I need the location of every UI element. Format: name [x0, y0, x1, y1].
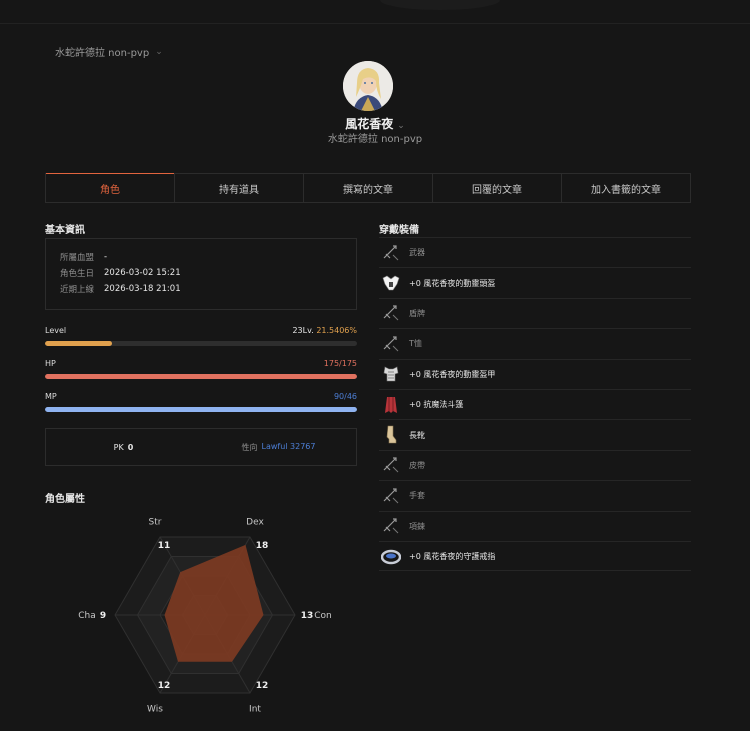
equipment-name: +0 風花香夜的動靈盔甲 [409, 369, 496, 379]
cloak-icon [379, 393, 403, 417]
character-server: 水蛇許德拉 non-pvp [327, 134, 423, 145]
equipment-row[interactable]: +0 風花香夜的動靈盔甲 [379, 358, 691, 389]
equipment-name: 項鍊 [409, 521, 425, 531]
info-row-clan: 所屬血盟 - [60, 249, 342, 265]
equipment-row[interactable]: 項鍊 [379, 510, 691, 541]
equipment-list: 武器 +0 風花香夜的動靈頭盔 盾牌 T恤 +0 風花香夜的動靈盔甲 +0 抗魔法斗篷 長靴… [379, 237, 691, 572]
info-key: 所屬血盟 [60, 253, 95, 263]
equipment-row[interactable]: 手套 [379, 480, 691, 510]
equipment-row[interactable]: +0 風花香夜的動靈頭盔 [379, 267, 691, 297]
radar-value-label: 13 [301, 611, 314, 621]
equipment-title: 穿戴裝備 [379, 225, 419, 236]
basic-info-box: 所屬血盟 - 角色生日 2026-03-02 15:21 近期上線 2026-0… [45, 238, 357, 310]
equipment-row[interactable]: 皮帶 [379, 449, 691, 480]
info-value: - [104, 252, 108, 262]
equipment-name: 武器 [409, 248, 425, 258]
tab-bookmarked-posts[interactable]: 加入書籤的文章 [561, 173, 690, 202]
shield-slot-icon [379, 301, 403, 325]
pk-value: 0 [127, 442, 134, 452]
gloves-slot-icon [379, 484, 403, 508]
radar-value-label: 11 [158, 541, 171, 551]
mp-stat: MP 90/46 [45, 389, 357, 412]
equipment-name: +0 抗魔法斗篷 [409, 400, 464, 410]
equipment-row[interactable]: T恤 [379, 328, 691, 358]
mp-label: MP [45, 391, 57, 401]
level-stat: Level 23Lv. 21.5406% [45, 323, 357, 346]
top-strip [0, 0, 750, 24]
radar-axis-label: Con [314, 611, 332, 621]
equipment-name: +0 風花香夜的守護戒指 [409, 551, 496, 561]
level-label: Level [45, 325, 67, 335]
equipment-row[interactable]: +0 抗魔法斗篷 [379, 388, 691, 419]
equipment-name: 盾牌 [409, 308, 425, 318]
armor-icon [379, 362, 403, 386]
tab-written-posts[interactable]: 撰寫的文章 [303, 173, 432, 202]
info-key: 角色生日 [60, 269, 95, 279]
info-value: 2026-03-18 21:01 [104, 284, 181, 294]
chevron-down-icon: ⌄ [155, 46, 163, 57]
attribute-radar-chart: 11 Str 18 Dex 13 Con 12 Int 12 Wis 9 Cha [78, 517, 332, 715]
radar-value-label: 18 [256, 541, 269, 551]
basic-info-title: 基本資訊 [45, 225, 85, 236]
level-percent: 21.5406% [316, 325, 357, 335]
character-name-text: 風花香夜 [345, 117, 394, 131]
info-value: 2026-03-02 15:21 [104, 268, 181, 278]
radar-value-label: 9 [100, 611, 106, 621]
equipment-name: 長靴 [409, 430, 425, 440]
radar-axis-label: Wis [147, 705, 163, 715]
radar-axis-label: Int [249, 705, 261, 715]
radar-axis-label: Cha [78, 611, 96, 621]
equipment-row[interactable]: 武器 [379, 237, 691, 267]
equipment-row[interactable]: 盾牌 [379, 297, 691, 328]
equipment-row[interactable]: 長靴 [379, 419, 691, 449]
equipment-name: 手套 [409, 491, 425, 501]
attributes-title: 角色屬性 [45, 494, 85, 505]
equipment-row[interactable]: +0 風花香夜的守護戒指 [379, 540, 691, 572]
helmet-icon [379, 271, 403, 295]
info-row-birthday: 角色生日 2026-03-02 15:21 [60, 265, 342, 281]
ring-icon [379, 544, 403, 568]
hp-bar [45, 374, 357, 379]
equipment-name: T恤 [409, 339, 422, 349]
tab-bar: 角色 持有道具 撰寫的文章 回覆的文章 加入書籤的文章 [45, 173, 691, 203]
equipment-name: +0 風花香夜的動靈頭盔 [409, 278, 496, 288]
equipment-name: 皮帶 [409, 460, 425, 470]
belt-slot-icon [379, 453, 403, 477]
tshirt-slot-icon [379, 332, 403, 356]
hp-label: HP [45, 358, 56, 368]
alignment-value: Lawful 32767 [261, 441, 316, 451]
avatar [343, 61, 393, 111]
radar-value-label: 12 [256, 681, 269, 691]
radar-axis-label: Str [149, 517, 162, 527]
radar-value-label: 12 [158, 681, 171, 691]
info-row-last-login: 近期上線 2026-03-18 21:01 [60, 281, 342, 297]
hp-value: 175/175 [323, 358, 357, 368]
tab-items[interactable]: 持有道具 [174, 173, 303, 202]
hp-stat: HP 175/175 [45, 356, 357, 379]
weapon-slot-icon [379, 241, 403, 265]
alignment-label: 性向 [241, 442, 258, 452]
info-key: 近期上線 [60, 285, 95, 295]
boots-icon [379, 423, 403, 447]
level-value: 23Lv. [292, 325, 314, 335]
mp-value: 90/46 [333, 391, 357, 401]
tab-character[interactable]: 角色 [46, 173, 174, 202]
tab-replied-posts[interactable]: 回覆的文章 [432, 173, 561, 202]
mp-bar [45, 407, 357, 412]
server-selector[interactable]: 水蛇許德拉 non-pvp ⌄ [55, 44, 163, 60]
server-selector-label: 水蛇許德拉 non-pvp [55, 48, 150, 59]
level-bar [45, 341, 357, 346]
pk-label: PK [113, 442, 124, 452]
pk-box: PK 0 性向 Lawful 32767 [45, 428, 357, 466]
necklace-slot-icon [379, 514, 403, 538]
radar-axis-label: Dex [246, 517, 264, 527]
